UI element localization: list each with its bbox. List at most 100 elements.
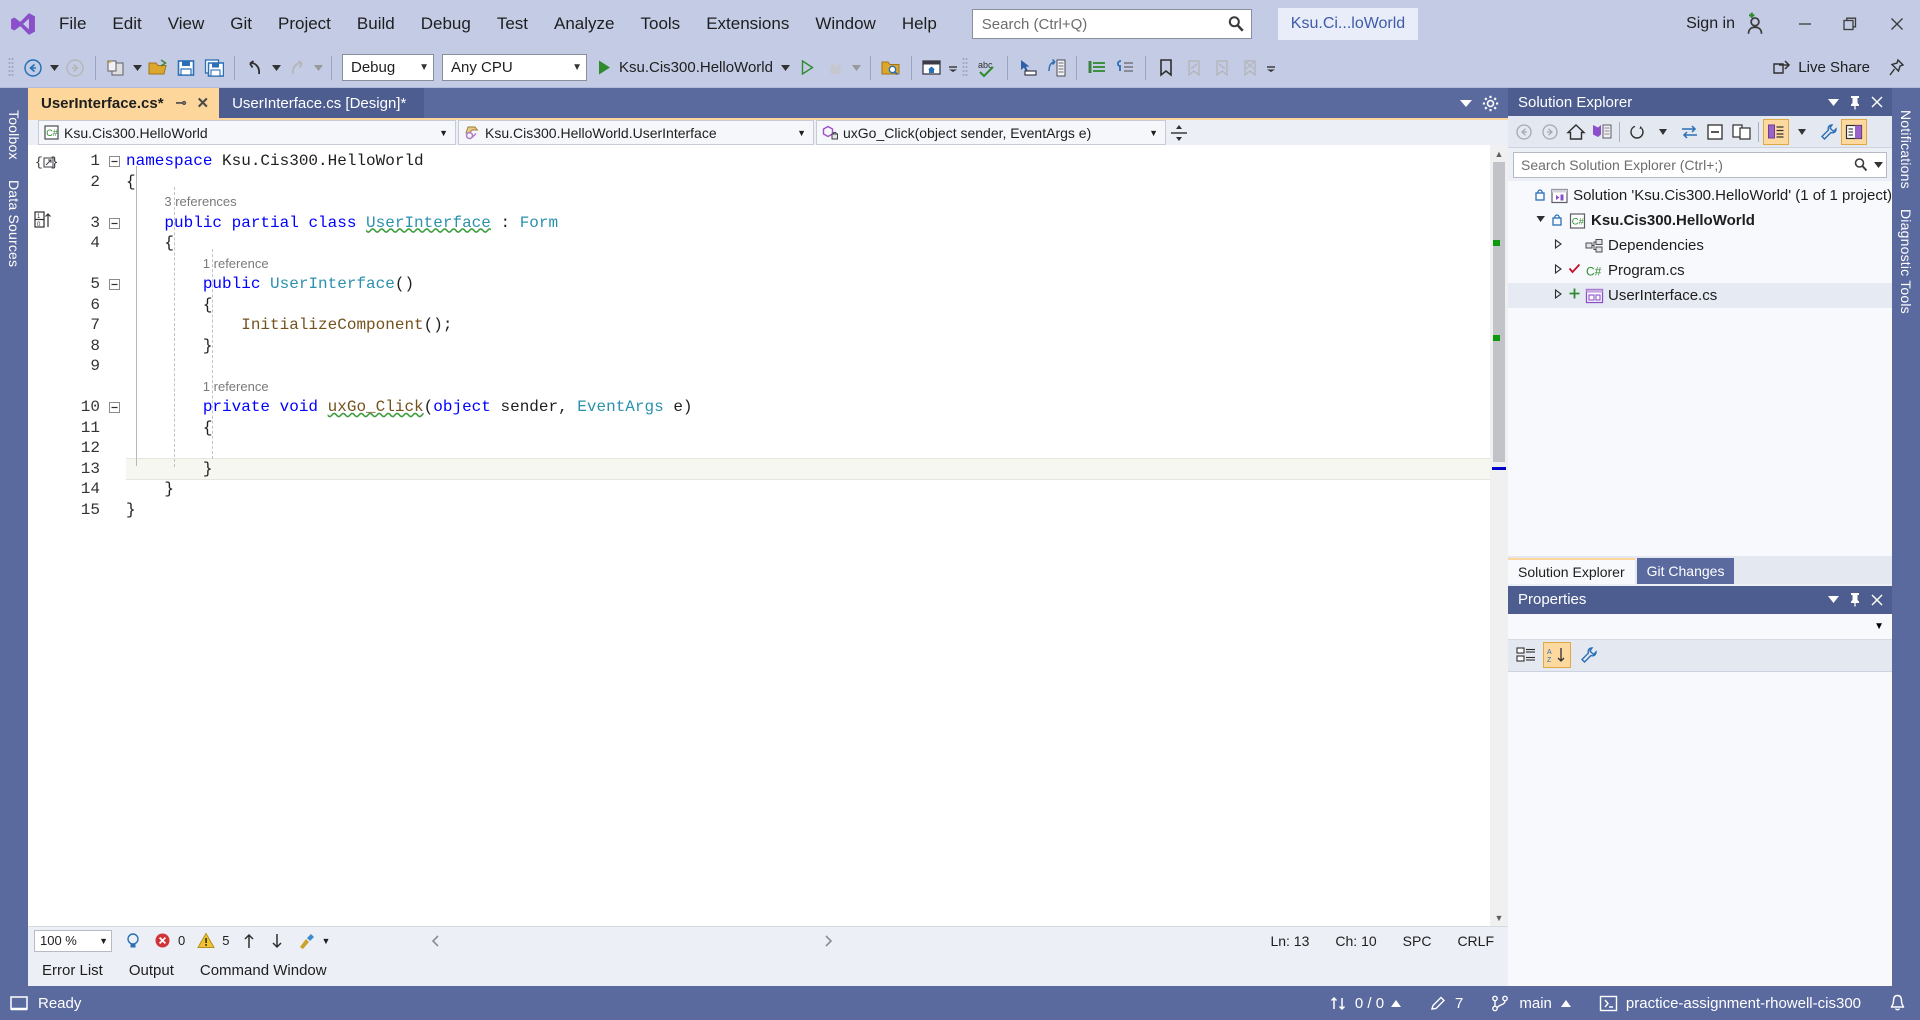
toggle-bookmark-button[interactable]	[1152, 53, 1180, 83]
branch-status[interactable]: main	[1477, 986, 1585, 1020]
menu-build[interactable]: Build	[344, 0, 408, 48]
tab-userinterface-cs[interactable]: UserInterface.cs* ⊸ ✕	[28, 88, 220, 118]
maximize-button[interactable]	[1828, 0, 1874, 48]
save-all-button[interactable]	[200, 53, 228, 83]
toolbar-overflow[interactable]	[1264, 53, 1278, 83]
tab-list-dropdown[interactable]	[1454, 88, 1478, 118]
hot-reload-dropdown[interactable]	[850, 53, 864, 83]
tab-userinterface-cs-design[interactable]: UserInterface.cs [Design]*	[219, 88, 425, 118]
properties-page-button[interactable]	[1574, 642, 1602, 668]
code-line[interactable]	[126, 356, 1490, 377]
navbar-project-combo[interactable]: C# Ksu.Cis300.HelloWorld ▼	[38, 120, 456, 145]
menu-git[interactable]: Git	[217, 0, 265, 48]
se-search-input[interactable]	[1521, 157, 1853, 173]
sync-status[interactable]: 0 / 0	[1315, 986, 1415, 1020]
start-debugging-button[interactable]: Ksu.Cis300.HelloWorld	[591, 53, 794, 83]
previous-issue-button[interactable]	[241, 932, 257, 950]
menu-test[interactable]: Test	[484, 0, 541, 48]
code-line[interactable]: }	[126, 457, 1490, 480]
tab-output[interactable]: Output	[129, 962, 174, 979]
se-forward-button[interactable]	[1537, 119, 1563, 145]
repository-status[interactable]: practice-assignment-rhowell-cis300	[1585, 986, 1875, 1020]
platform-combo[interactable]: Any CPU ▼	[442, 54, 587, 81]
class-members-glyph-icon[interactable]: 1 0	[34, 210, 54, 230]
tree-item[interactable]: C# Program.cs	[1508, 258, 1892, 283]
toolbar-grip[interactable]	[960, 57, 970, 79]
toolbar-grip[interactable]	[6, 57, 16, 79]
chevron-down-icon[interactable]	[1874, 162, 1883, 168]
se-pending-changes-button[interactable]	[1589, 119, 1615, 145]
menu-debug[interactable]: Debug	[408, 0, 484, 48]
save-button[interactable]	[172, 53, 200, 83]
se-refresh-button[interactable]	[1624, 119, 1650, 145]
code-line[interactable]: public UserInterface()	[126, 274, 1490, 295]
notifications-status[interactable]	[1875, 986, 1920, 1020]
pointer-select-button[interactable]	[1014, 53, 1042, 83]
previous-bookmark-button[interactable]	[1180, 53, 1208, 83]
window-layout-dropdown[interactable]	[946, 53, 960, 83]
code-line[interactable]: private void uxGo_Click(object sender, E…	[126, 397, 1490, 418]
properties-categorized-button[interactable]	[1512, 642, 1540, 668]
chevron-down-icon[interactable]	[780, 64, 790, 71]
collapse-all-glyph-icon[interactable]: { }	[35, 153, 57, 171]
menu-window[interactable]: Window	[802, 0, 888, 48]
navigate-backward-button[interactable]	[19, 53, 47, 83]
properties-menu-button[interactable]	[1822, 588, 1844, 612]
properties-alphabetical-button[interactable]: A Z	[1543, 642, 1571, 668]
solution-search-button[interactable]	[877, 53, 905, 83]
menu-file[interactable]: File	[46, 0, 99, 48]
tab-command-window[interactable]: Command Window	[200, 962, 327, 979]
code-line[interactable]: {	[126, 233, 1490, 254]
solution-tree[interactable]: Solution 'Ksu.Cis300.HelloWorld' (1 of 1…	[1508, 181, 1892, 556]
menu-analyze[interactable]: Analyze	[541, 0, 627, 48]
tab-error-list[interactable]: Error List	[42, 962, 103, 979]
tree-item[interactable]: UserInterface.cs	[1508, 283, 1892, 308]
se-home-button[interactable]	[1563, 119, 1589, 145]
se-show-all-files-button[interactable]	[1728, 119, 1754, 145]
chevron-right-icon[interactable]	[1548, 288, 1568, 302]
codelens-reference[interactable]: 3 references	[126, 192, 1490, 213]
comment-button[interactable]	[1083, 53, 1111, 83]
codelens-reference[interactable]: 1 reference	[126, 377, 1490, 398]
warning-count-indicator[interactable]: 5	[197, 932, 229, 949]
error-count-indicator[interactable]: 0	[154, 932, 185, 949]
code-line[interactable]: }	[126, 500, 1490, 521]
zoom-level-combo[interactable]: 100 % ▼	[34, 929, 112, 952]
code-line[interactable]: {	[126, 172, 1490, 193]
horizontal-scrollbar-left[interactable]	[430, 934, 442, 947]
new-project-dropdown[interactable]	[130, 53, 144, 83]
spell-check-button[interactable]: abc	[973, 53, 1001, 83]
solution-explorer-pin-button[interactable]	[1844, 90, 1866, 114]
sidebar-item-notifications[interactable]: Notifications	[1894, 100, 1918, 199]
clear-bookmarks-button[interactable]	[1236, 53, 1264, 83]
tab-solution-explorer[interactable]: Solution Explorer	[1508, 557, 1635, 584]
undo-button[interactable]	[241, 53, 269, 83]
solution-explorer-menu-button[interactable]	[1822, 90, 1844, 114]
se-properties-dropdown[interactable]	[1789, 119, 1815, 145]
indentation-indicator[interactable]: SPC	[1403, 933, 1432, 949]
code-cleanup-button[interactable]: ▼	[297, 932, 330, 950]
new-project-button[interactable]	[102, 53, 130, 83]
configuration-combo[interactable]: Debug ▼	[342, 54, 434, 81]
sidebar-item-diagnostic-tools[interactable]: Diagnostic Tools	[1894, 199, 1918, 324]
redo-dropdown[interactable]	[311, 53, 325, 83]
solution-explorer-search[interactable]	[1513, 152, 1887, 178]
fold-toggle[interactable]	[106, 213, 126, 234]
add-user-icon[interactable]	[1742, 11, 1768, 37]
code-editor[interactable]: { } 1 0 123456789101112131415 namespace …	[28, 145, 1508, 926]
intellisense-status-icon[interactable]	[124, 932, 142, 950]
navbar-type-combo[interactable]: Ksu.Cis300.HelloWorld.UserInterface ▼	[458, 120, 814, 145]
navbar-member-combo[interactable]: uxGo_Click(object sender, EventArgs e) ▼	[816, 120, 1166, 145]
open-file-button[interactable]	[144, 53, 172, 83]
se-back-button[interactable]	[1511, 119, 1537, 145]
scroll-up-button[interactable]: ▲	[1490, 145, 1508, 162]
tree-item[interactable]: Solution 'Ksu.Cis300.HelloWorld' (1 of 1…	[1508, 183, 1892, 208]
properties-pin-button[interactable]	[1844, 588, 1866, 612]
properties-object-combo[interactable]: ▼	[1508, 613, 1892, 640]
fold-toggle[interactable]	[106, 274, 126, 295]
fold-toggle[interactable]	[106, 397, 126, 418]
sign-in-button[interactable]: Sign in	[1679, 15, 1742, 33]
horizontal-scrollbar-right[interactable]	[822, 934, 834, 947]
hot-reload-button[interactable]	[822, 53, 850, 83]
codelens-reference[interactable]: 1 reference	[126, 254, 1490, 275]
